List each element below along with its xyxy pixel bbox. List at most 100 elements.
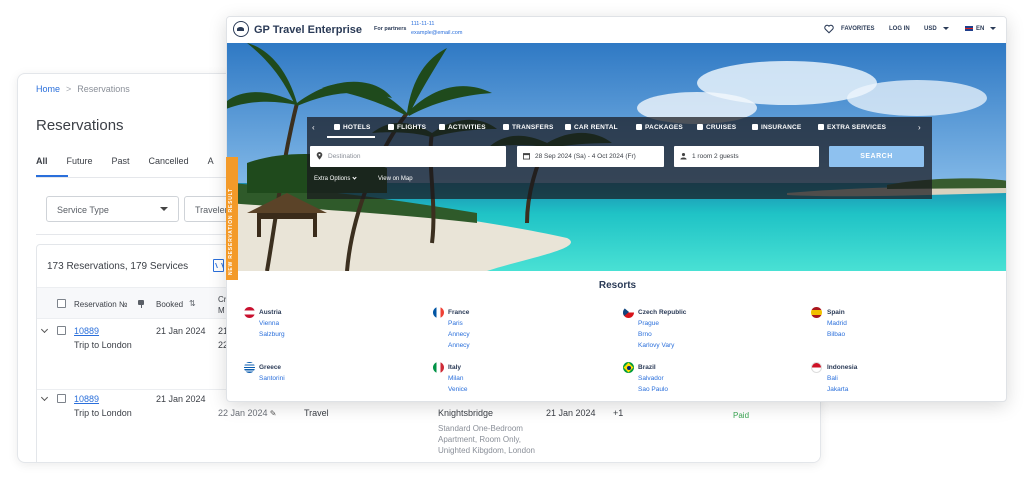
logo-icon[interactable] <box>233 21 249 37</box>
tab-hotels-label: HOTELS <box>343 124 371 131</box>
city-santorini[interactable]: Santorini <box>259 375 285 382</box>
city-salzburg[interactable]: Salzburg <box>259 331 285 338</box>
active-tab-indicator <box>327 136 375 138</box>
breadcrumb-home-link[interactable]: Home <box>36 84 60 94</box>
city-paris[interactable]: Paris <box>448 320 463 327</box>
reservation-number-link[interactable]: 10889 <box>74 326 99 336</box>
resorts-heading: Resorts <box>598 280 637 291</box>
tab-car-rental-label: CAR RENTAL <box>574 124 618 131</box>
favorites-link[interactable]: FAVORITES <box>841 26 875 32</box>
country-greece[interactable]: Greece <box>259 364 281 371</box>
tab-hotels[interactable]: HOTELS <box>334 124 371 131</box>
partners-email[interactable]: example@email.com <box>411 30 462 36</box>
reservation-tabs: All Future Past Cancelled A <box>36 156 233 166</box>
umbrella-icon <box>752 124 758 130</box>
side-tab-label: NEW RESERVATION RESULT <box>228 188 234 275</box>
reservations-count: 173 Reservations, 179 Services <box>47 261 189 272</box>
destination-input[interactable]: Destination <box>310 146 506 167</box>
chevron-left-icon[interactable]: ‹ <box>312 123 315 132</box>
tab-activities[interactable]: ACTIVITIES <box>439 124 486 131</box>
heart-icon[interactable] <box>824 24 834 34</box>
excel-export-icon[interactable] <box>213 259 224 272</box>
tab-future[interactable]: Future <box>67 156 93 166</box>
expand-row-icon[interactable] <box>40 325 49 334</box>
city-brno[interactable]: Brno <box>638 331 652 338</box>
language-select[interactable]: EN <box>965 26 997 32</box>
tab-transfers[interactable]: TRANSFERS <box>503 124 554 131</box>
tab-flights[interactable]: FLIGHTS <box>388 124 426 131</box>
city-annecy[interactable]: Annecy <box>448 331 470 338</box>
breadcrumb: Home > Reservations <box>36 84 130 94</box>
country-spain[interactable]: Spain <box>827 309 845 316</box>
country-czech-republic[interactable]: Czech Republic <box>638 309 686 316</box>
tab-flights-label: FLIGHTS <box>397 124 427 131</box>
extra-count: +1 <box>613 408 624 418</box>
filters-divider <box>36 234 236 235</box>
currency-select[interactable]: USD <box>924 26 949 32</box>
search-button[interactable]: SEARCH <box>829 146 924 167</box>
hotel-name: Knightsbridge <box>438 408 494 418</box>
breadcrumb-current: Reservations <box>77 84 130 94</box>
column-booked[interactable]: Booked <box>156 300 183 309</box>
reservation-title: Trip to London <box>74 340 132 350</box>
service-type-label: Service Type <box>57 205 109 215</box>
row-checkbox[interactable] <box>57 326 66 335</box>
czech-flag-icon <box>623 307 634 318</box>
select-all-checkbox[interactable] <box>57 299 66 308</box>
tab-more[interactable]: A <box>208 156 214 166</box>
city-annecy-2[interactable]: Annecy <box>448 342 470 349</box>
chevron-down-icon <box>160 207 168 211</box>
country-italy[interactable]: Italy <box>448 364 461 371</box>
city-venice[interactable]: Venice <box>448 386 468 393</box>
tab-cancelled[interactable]: Cancelled <box>149 156 189 166</box>
service-type-select[interactable]: Service Type <box>46 196 179 222</box>
country-austria[interactable]: Austria <box>259 309 281 316</box>
tab-cruises[interactable]: CRUISES <box>697 124 736 131</box>
login-link[interactable]: LOG IN <box>889 26 910 32</box>
sort-icon[interactable]: ⇅ <box>189 299 196 308</box>
city-prague[interactable]: Prague <box>638 320 659 327</box>
tab-packages[interactable]: PACKAGES <box>636 124 683 131</box>
country-indonesia[interactable]: Indonesia <box>827 364 857 371</box>
service-details-line-1: Standard One-Bedroom <box>438 424 523 433</box>
city-vienna[interactable]: Vienna <box>259 320 279 327</box>
city-jakarta[interactable]: Jakarta <box>827 386 848 393</box>
expand-row-icon[interactable] <box>40 393 49 402</box>
ship-icon <box>697 124 703 130</box>
page-title: Reservations <box>36 117 124 134</box>
row-checkbox[interactable] <box>57 394 66 403</box>
chevron-right-icon[interactable]: › <box>918 123 921 132</box>
city-bali[interactable]: Bali <box>827 375 838 382</box>
tab-insurance[interactable]: INSURANCE <box>752 124 801 131</box>
pin-icon[interactable] <box>138 300 144 308</box>
tab-all[interactable]: All <box>36 156 48 166</box>
column-reservation-no[interactable]: Reservation № <box>74 300 128 309</box>
edit-icon[interactable]: ✎ <box>268 409 277 418</box>
city-bilbao[interactable]: Bilbao <box>827 331 845 338</box>
column-modified[interactable]: M <box>218 306 225 315</box>
brand-name[interactable]: GP Travel Enterprise <box>254 24 362 36</box>
guests-input[interactable]: 1 room 2 guests <box>674 146 819 167</box>
reservation-number-link[interactable]: 10889 <box>74 394 99 404</box>
city-madrid[interactable]: Madrid <box>827 320 847 327</box>
top-bar: GP Travel Enterprise For partners 111-11… <box>227 17 1006 43</box>
tab-extra-services[interactable]: EXTRA SERVICES <box>818 124 886 131</box>
spain-flag-icon <box>811 307 822 318</box>
country-brazil[interactable]: Brazil <box>638 364 656 371</box>
partners-phone[interactable]: 111-11-11 <box>411 21 434 27</box>
search-panel: ‹ HOTELS FLIGHTS ACTIVITIES TRANSFERS CA… <box>307 117 932 199</box>
new-reservation-side-tab[interactable]: NEW RESERVATION RESULT <box>226 157 238 280</box>
city-karlovy-vary[interactable]: Karlovy Vary <box>638 342 674 349</box>
chevron-down-icon <box>942 26 949 30</box>
country-france[interactable]: France <box>448 309 469 316</box>
tab-car-rental[interactable]: CAR RENTAL <box>565 124 618 131</box>
extra-options-toggle[interactable]: Extra Options <box>314 175 357 182</box>
tab-past[interactable]: Past <box>112 156 130 166</box>
created-date: 22 Jan 2024 ✎ <box>218 408 276 418</box>
city-salvador[interactable]: Salvador <box>638 375 664 382</box>
dates-input[interactable]: 28 Sep 2024 (Sa) - 4 Oct 2024 (Fr) <box>517 146 664 167</box>
city-milan[interactable]: Milan <box>448 375 464 382</box>
view-on-map-link[interactable]: View on Map <box>378 176 413 182</box>
location-pin-icon <box>316 152 323 160</box>
city-sao-paulo[interactable]: Sao Paulo <box>638 386 668 393</box>
